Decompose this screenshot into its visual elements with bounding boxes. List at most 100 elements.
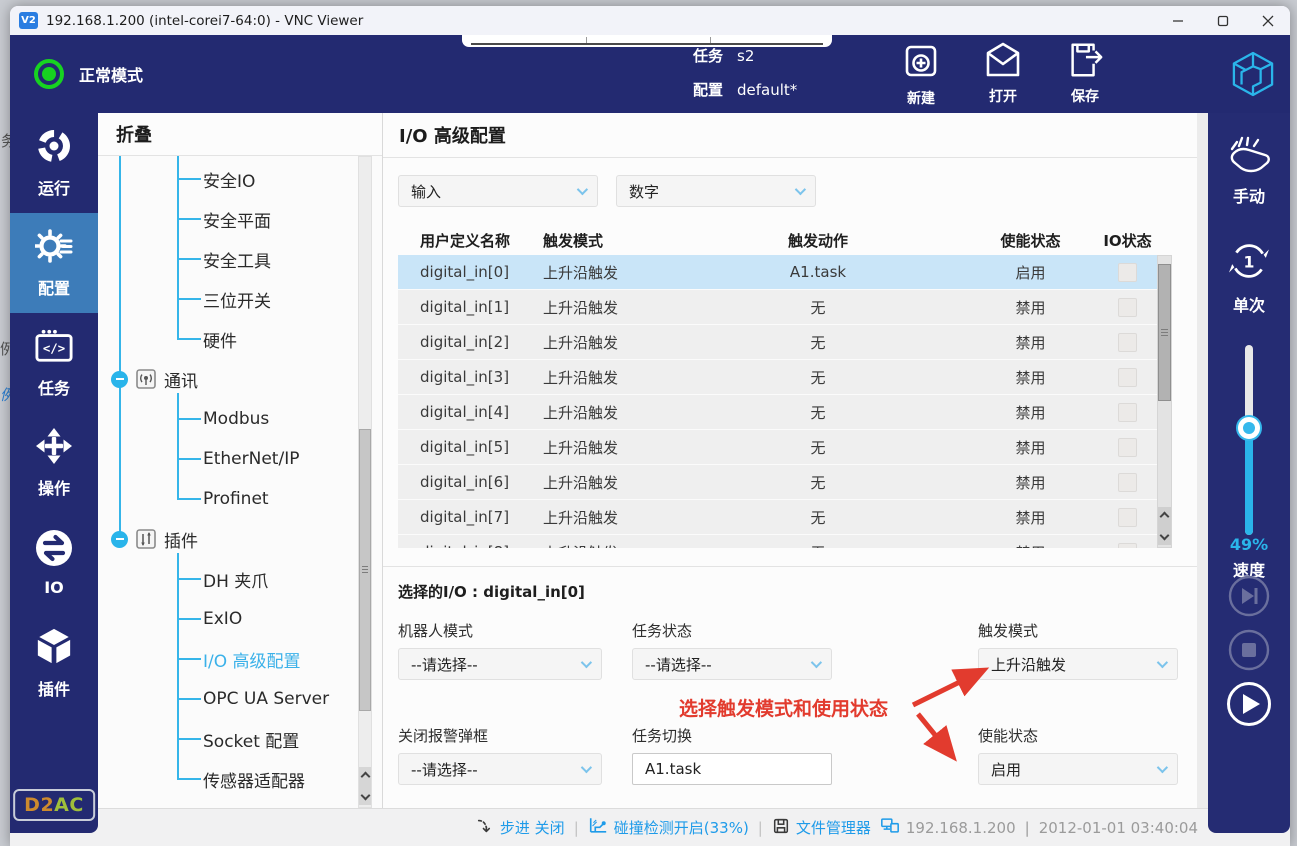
io-table: 用户定义名称 触发模式 触发动作 使能状态 IO状态 digital_in[0]…	[398, 225, 1172, 548]
tree-item-label: Socket 配置	[203, 731, 300, 752]
select-触发模式[interactable]: 上升沿触发	[978, 648, 1178, 680]
io-state-checkbox[interactable]	[1118, 402, 1137, 422]
form-field-任务切换: 任务切换 A1.task	[632, 725, 832, 785]
tree-item-DH 夹爪[interactable]: DH 夹爪	[98, 559, 382, 599]
enable-state-cell: 禁用	[1015, 333, 1046, 352]
new-file-button[interactable]: 新建	[892, 41, 950, 108]
maximize-button[interactable]	[1200, 6, 1245, 35]
tree-item-插件[interactable]: 插件	[98, 519, 382, 559]
table-row[interactable]: digital_in[3] 上升沿触发 无 禁用	[398, 360, 1157, 395]
tree-item-Socket 配置[interactable]: Socket 配置	[98, 719, 382, 759]
io-name-cell: digital_in[2]	[420, 333, 510, 351]
stop-button[interactable]	[1228, 629, 1270, 675]
collision-status[interactable]: 碰撞检测开启(33%)	[588, 816, 749, 839]
chevron-down-icon	[580, 656, 593, 669]
separator: |	[1024, 818, 1030, 837]
form-field-触发模式: 触发模式 上升沿触发	[978, 620, 1178, 680]
table-row[interactable]: digital_in[8] 上升沿触发 无 禁用	[398, 535, 1157, 548]
single-run-button[interactable]: 1 单次	[1208, 240, 1290, 316]
trigger-mode-cell: 上升沿触发	[543, 263, 619, 282]
scroll-down-icon[interactable]	[1159, 530, 1170, 541]
io-name-cell: digital_in[3]	[420, 368, 510, 386]
tree-item-三位开关[interactable]: 三位开关	[98, 279, 382, 319]
play-button[interactable]	[1226, 681, 1272, 731]
datetime-label: 2012-01-01 03:40:04	[1038, 818, 1198, 837]
tree-scrollbar-thumb[interactable]	[359, 429, 371, 711]
table-scrollbar-thumb[interactable]	[1158, 264, 1171, 401]
vnc-app-icon: V2	[19, 12, 38, 29]
io-name-cell: digital_in[4]	[420, 403, 510, 421]
io-state-checkbox[interactable]	[1118, 262, 1137, 282]
table-row[interactable]: digital_in[4] 上升沿触发 无 禁用	[398, 395, 1157, 430]
task-field: 任务 s2	[693, 45, 797, 66]
sidebar-item-操作[interactable]: 操作	[10, 413, 98, 513]
io-state-checkbox[interactable]	[1118, 472, 1137, 492]
sidebar-item-配置[interactable]: 配置	[10, 213, 98, 313]
speed-slider-thumb[interactable]	[1236, 415, 1262, 441]
vnc-toolbar-notch[interactable]	[462, 35, 832, 47]
scroll-up-icon[interactable]	[360, 771, 370, 782]
io-state-checkbox[interactable]	[1118, 297, 1137, 317]
form-field-value: --请选择--	[411, 655, 478, 674]
sidebar-item-IO[interactable]: IO	[10, 513, 98, 613]
file-manager-link[interactable]: 文件管理器	[772, 817, 871, 839]
tree-item-I/O 高级配置[interactable]: I/O 高级配置	[98, 639, 382, 679]
select-任务状态[interactable]: --请选择--	[632, 648, 832, 680]
select-使能状态[interactable]: 启用	[978, 753, 1178, 785]
sidebar-item-插件[interactable]: 插件	[10, 613, 98, 713]
io-direction-select[interactable]: 输入	[398, 175, 598, 207]
form-field-value: --请选择--	[411, 760, 478, 779]
right-sidebar: 手动 1 单次 49% 速度	[1208, 113, 1290, 833]
tree-item-硬件[interactable]: 硬件	[98, 319, 382, 359]
io-type-select[interactable]: 数字	[616, 175, 816, 207]
io-advanced-config-panel: I/O 高级配置 输入 数字 用户定义名称 触发模式 触发动作 使能状态 IO状	[383, 113, 1197, 808]
table-row[interactable]: digital_in[1] 上升沿触发 无 禁用	[398, 290, 1157, 325]
table-row[interactable]: digital_in[6] 上升沿触发 无 禁用	[398, 465, 1157, 500]
open-button[interactable]: 打开	[974, 41, 1032, 108]
io-type-value: 数字	[629, 182, 660, 201]
save-button[interactable]: 保存	[1056, 41, 1114, 108]
tree-item-Modbus[interactable]: Modbus	[98, 399, 382, 439]
tree-item-传感器适配器[interactable]: 传感器适配器	[98, 759, 382, 799]
select-关闭报警弹框[interactable]: --请选择--	[398, 753, 602, 785]
close-button[interactable]	[1245, 6, 1290, 35]
table-row[interactable]: digital_in[0] 上升沿触发 A1.task 启用	[398, 255, 1157, 290]
table-row[interactable]: digital_in[5] 上升沿触发 无 禁用	[398, 430, 1157, 465]
tree-item-安全工具[interactable]: 安全工具	[98, 239, 382, 279]
tree-item-通讯[interactable]: 通讯	[98, 359, 382, 399]
select-机器人模式[interactable]: --请选择--	[398, 648, 602, 680]
minimize-button[interactable]	[1155, 6, 1200, 35]
table-row[interactable]: digital_in[2] 上升沿触发 无 禁用	[398, 325, 1157, 360]
input-任务切换[interactable]: A1.task	[632, 753, 832, 785]
tree-item-EtherNet/IP[interactable]: EtherNet/IP	[98, 439, 382, 479]
tree-item-OPC UA Server[interactable]: OPC UA Server	[98, 679, 382, 719]
scroll-down-icon[interactable]	[360, 790, 370, 801]
io-name-cell: digital_in[8]	[398, 543, 543, 548]
io-state-checkbox[interactable]	[1118, 542, 1137, 548]
manual-mode-button[interactable]: 手动	[1208, 135, 1290, 207]
step-status[interactable]: 步进 关闭	[476, 817, 565, 839]
svg-text:1: 1	[1244, 252, 1255, 271]
tree-scrollbar[interactable]	[358, 156, 372, 808]
ip-address: 192.168.1.200	[905, 818, 1016, 837]
io-state-checkbox[interactable]	[1118, 367, 1137, 387]
table-scrollbar[interactable]	[1157, 255, 1172, 548]
step-next-button[interactable]	[1228, 575, 1270, 621]
tree-item-Profinet[interactable]: Profinet	[98, 479, 382, 519]
collapse-toggle-icon[interactable]	[111, 530, 128, 548]
gear-icon	[33, 228, 73, 268]
table-row[interactable]: digital_in[7] 上升沿触发 无 禁用	[398, 500, 1157, 535]
scroll-up-icon[interactable]	[1159, 511, 1170, 522]
tree-item-ExIO[interactable]: ExIO	[98, 599, 382, 639]
tree-item-安全IO[interactable]: 安全IO	[98, 159, 382, 199]
io-state-checkbox[interactable]	[1118, 437, 1137, 457]
io-state-checkbox[interactable]	[1118, 507, 1137, 527]
form-field-value: --请选择--	[645, 655, 712, 674]
chevron-down-icon	[576, 183, 589, 196]
tree-item-安全平面[interactable]: 安全平面	[98, 199, 382, 239]
sidebar-item-运行[interactable]: 运行	[10, 113, 98, 213]
sidebar-item-任务[interactable]: </> 任务	[10, 313, 98, 413]
io-state-checkbox[interactable]	[1118, 332, 1137, 352]
tree-collapse-header[interactable]: 折叠	[98, 113, 382, 156]
collapse-toggle-icon[interactable]	[111, 370, 128, 388]
